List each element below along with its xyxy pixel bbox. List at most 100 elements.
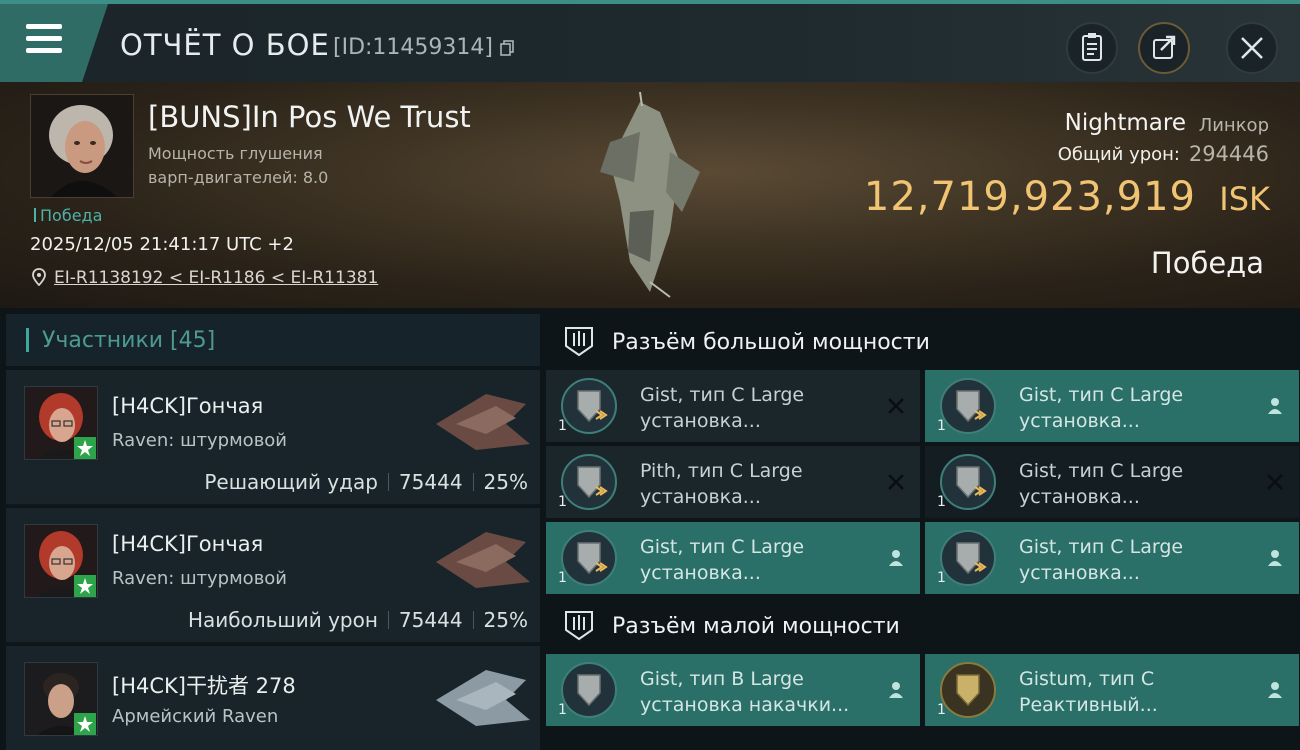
module-slot[interactable]: 1 Gistum, тип C Реактивный...: [925, 654, 1299, 726]
dropped-person-icon: [889, 550, 903, 566]
location-link[interactable]: EI-R1138192 < EI-R1186 < EI-R11381: [54, 268, 378, 288]
dropped-person-icon: [889, 682, 903, 698]
share-button[interactable]: [1138, 22, 1190, 74]
module-name: Gist, тип C Large: [1019, 536, 1184, 558]
module-quantity: 1: [558, 702, 567, 718]
star-icon: [77, 578, 93, 594]
module-slot[interactable]: 1 Gist, тип C Large установка...: [925, 522, 1299, 594]
dropped-person-icon: [1268, 398, 1282, 414]
module-slot[interactable]: 1 Gist, тип B Large установка накачки...: [546, 654, 920, 726]
corp-star-badge: [74, 437, 96, 459]
low-slot-icon: [565, 611, 593, 641]
ship-image: [600, 92, 700, 298]
module-subtitle: установка...: [640, 410, 761, 432]
module-slot[interactable]: 1 Gist, тип C Large установка...: [546, 370, 920, 442]
participant-name[interactable]: [H4CK]Гончая: [112, 532, 263, 556]
report-id: [ID:11459314]: [333, 35, 493, 60]
menu-icon: [26, 24, 62, 29]
module-name: Gist, тип C Large: [640, 536, 805, 558]
module-quantity: 1: [937, 702, 946, 718]
shield-module-icon: [561, 378, 617, 434]
module-slot[interactable]: 1 Gist, тип C Large установка...: [925, 370, 1299, 442]
star-icon: [77, 440, 93, 456]
module-quantity: 1: [558, 570, 567, 586]
close-icon: [1241, 37, 1263, 59]
module-subtitle: установка...: [1019, 410, 1140, 432]
shield-module-icon: [940, 454, 996, 510]
dropped-person-icon: [1268, 550, 1282, 566]
participant-ship-image: [436, 394, 530, 450]
total-damage-value: 294446: [1188, 142, 1269, 166]
module-quantity: 1: [937, 570, 946, 586]
participant-name[interactable]: [H4CK]Гончая: [112, 394, 263, 418]
module-name: Gistum, тип C: [1019, 668, 1155, 690]
shield-module-icon: [940, 662, 996, 718]
isk-value: 12,719,923,919: [863, 174, 1196, 220]
kill-summary-banner: [BUNS]In Pos We Trust Мощность глушения …: [0, 82, 1300, 308]
page-title: ОТЧЁТ О БОЕ: [120, 28, 330, 62]
share-icon: [1153, 35, 1176, 59]
module-subtitle: установка...: [640, 486, 761, 508]
low-slot-title: Разъём малой мощности: [612, 614, 900, 639]
destroyed-icon: [1267, 474, 1283, 490]
module-quantity: 1: [937, 494, 946, 510]
clipboard-icon: [1082, 33, 1102, 61]
victim-name[interactable]: [BUNS]In Pos We Trust: [148, 100, 471, 134]
stats-separator: [472, 473, 474, 491]
participant-card[interactable]: [H4CK]干扰者 278 Армейский Raven: [6, 646, 540, 750]
isk-unit: ISK: [1219, 180, 1270, 218]
module-name: Gist, тип B Large: [640, 668, 804, 690]
stats-separator: [387, 473, 389, 491]
participant-ship-image: [436, 532, 530, 588]
stats-separator: [387, 611, 389, 629]
status-tag: Победа: [34, 206, 102, 225]
participant-card[interactable]: [H4CK]Гончая Raven: штурмовой Решающий у…: [6, 370, 540, 506]
module-name: Gist, тип C Large: [640, 384, 805, 406]
close-button[interactable]: [1226, 22, 1278, 74]
location-pin-icon: [32, 268, 46, 286]
module-slot[interactable]: 1 Gist, тип C Large установка...: [546, 522, 920, 594]
high-slot-title: Разъём большой мощности: [612, 330, 930, 355]
shield-module-icon: [940, 530, 996, 586]
dropped-person-icon: [1268, 682, 1282, 698]
destroyed-icon: [888, 398, 904, 414]
participants-title: Участники [45]: [42, 328, 216, 353]
participant-ship: Армейский Raven: [112, 706, 279, 727]
corp-star-badge: [74, 575, 96, 597]
total-damage-label: Общий урон:: [1057, 144, 1180, 165]
copy-icon[interactable]: [500, 40, 514, 56]
low-slot-section-header: Разъём малой мощности: [546, 600, 1300, 652]
participant-ship: Raven: штурмовой: [112, 568, 288, 589]
victim-stat-line1: Мощность глушения: [148, 144, 323, 163]
menu-button[interactable]: [0, 4, 108, 82]
top-bar: ОТЧЁТ О БОЕ [ID:11459314]: [0, 0, 1300, 82]
star-icon: [77, 716, 93, 732]
kill-datetime: 2025/12/05 21:41:17 UTC +2: [30, 234, 294, 255]
participant-name[interactable]: [H4CK]干扰者 278: [112, 670, 296, 700]
module-quantity: 1: [937, 418, 946, 434]
victim-ship-name[interactable]: Nightmare: [1065, 110, 1186, 136]
victim-portrait[interactable]: [30, 94, 134, 198]
battle-result: Победа: [1150, 246, 1264, 280]
module-slot[interactable]: 1 Pith, тип C Large установка...: [546, 446, 920, 518]
shield-module-icon: [561, 662, 617, 718]
destroyed-icon: [888, 474, 904, 490]
victim-stat-line2: варп-двигателей: 8.0: [148, 168, 329, 187]
participant-damage: 75444: [398, 608, 463, 632]
module-subtitle: установка накачки...: [640, 694, 850, 716]
participant-damage: 75444: [398, 470, 463, 494]
menu-icon-bar: [26, 36, 62, 41]
module-name: Pith, тип C Large: [640, 460, 803, 482]
participant-card[interactable]: [H4CK]Гончая Raven: штурмовой Наибольший…: [6, 508, 540, 644]
corp-star-badge: [74, 713, 96, 735]
participants-header[interactable]: Участники [45]: [6, 314, 540, 366]
shield-module-icon: [561, 530, 617, 586]
module-subtitle: установка...: [640, 562, 761, 584]
participant-ship-image: [436, 670, 530, 726]
participant-stats: Решающий удар 75444 25%: [204, 470, 528, 494]
module-quantity: 1: [558, 418, 567, 434]
clipboard-button[interactable]: [1066, 22, 1118, 74]
module-slot[interactable]: 1 Gist, тип C Large установка...: [925, 446, 1299, 518]
participant-percent: 25%: [483, 608, 528, 632]
participant-role: Наибольший урон: [187, 608, 378, 632]
